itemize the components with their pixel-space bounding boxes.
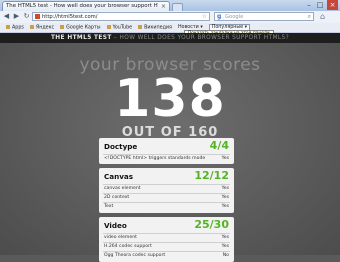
bookmark-wikipedia[interactable]: Википедия — [138, 24, 172, 30]
home-icon[interactable]: ⌂ — [320, 12, 325, 21]
section-doctype: Doctype 4/4 <!DOCTYPE html> triggers sta… — [99, 138, 234, 164]
youtube-icon — [106, 24, 111, 29]
test-row: Ogg Theora codec support No — [103, 251, 230, 260]
maximize-icon[interactable]: □ — [316, 0, 324, 10]
section-title: Doctype — [104, 142, 138, 151]
site-title[interactable]: THE HTML5 TEST – HOW WELL DOES YOUR BROW… — [0, 35, 340, 41]
bookmark-google-maps[interactable]: Google Карты — [60, 24, 101, 30]
test-label: video element — [104, 235, 137, 240]
test-row: H.264 codec support Yes — [103, 242, 230, 251]
browser-titlebar: The HTML5 test - How well does your brow… — [0, 0, 340, 11]
section-canvas: Canvas 12/12 canvas element Yes 2D conte… — [99, 168, 234, 213]
section-score: 25/30 — [194, 218, 229, 231]
test-label: canvas element — [104, 186, 141, 191]
yandex-icon — [29, 24, 34, 29]
tab-title: The HTML5 test - How well does your brow… — [6, 3, 158, 9]
test-result: No — [222, 253, 229, 258]
site-header: THE HTML5 TEST – HOW WELL DOES YOUR BROW… — [0, 33, 340, 43]
test-label: <!DOCTYPE html> triggers standards mode — [104, 156, 206, 161]
search-input[interactable]: g Google ⌕ — [214, 12, 314, 21]
test-result: Yes — [221, 156, 229, 161]
address-bar[interactable]: http://html5test.com/ ☆ — [32, 12, 210, 21]
test-row: video element Yes — [103, 233, 230, 242]
page-content: your browser scores 138 OUT OF 160 Docty… — [0, 43, 340, 262]
test-result: Yes — [221, 235, 229, 240]
test-result: Yes — [221, 204, 229, 209]
bookmark-youtube[interactable]: YouTube — [106, 24, 132, 30]
back-arrow-icon[interactable]: ◀ — [2, 12, 11, 21]
maps-icon — [60, 24, 65, 29]
test-row: Text Yes — [103, 202, 230, 211]
address-text: http://html5test.com/ — [42, 14, 98, 20]
wikipedia-icon — [138, 24, 143, 29]
section-score: 12/12 — [194, 169, 229, 182]
bookmark-apps[interactable]: Apps — [6, 24, 24, 30]
test-result: Yes — [221, 195, 229, 200]
test-label: 2D context — [104, 195, 130, 200]
bookmarks-bar: Apps Яндекс Google Карты YouTube Википед… — [0, 23, 340, 33]
search-icon[interactable]: ⌕ — [308, 13, 311, 21]
apps-icon — [6, 24, 10, 29]
forward-arrow-icon[interactable]: ▶ — [12, 12, 21, 21]
test-label: Ogg Theora codec support — [104, 253, 166, 258]
reload-icon[interactable]: ↻ — [22, 12, 31, 21]
google-icon: g — [217, 13, 222, 20]
tab-close-icon[interactable]: × — [161, 3, 166, 10]
bookmark-yandex[interactable]: Яндекс — [29, 24, 54, 30]
site-favicon — [35, 14, 40, 19]
search-placeholder: Google — [225, 14, 244, 20]
test-row: 2D context Yes — [103, 193, 230, 202]
test-label: Text — [104, 204, 114, 209]
new-tab-button[interactable] — [172, 3, 183, 11]
test-result: Yes — [221, 244, 229, 249]
total-score: 138 — [114, 69, 226, 129]
test-row: <!DOCTYPE html> triggers standards mode … — [103, 154, 230, 163]
section-title: Video — [104, 221, 127, 230]
section-video: Video 25/30 video element Yes H.264 code… — [99, 217, 234, 262]
test-result: Yes — [221, 186, 229, 191]
window-controls: – □ × — [305, 0, 338, 10]
bookmark-star-icon[interactable]: ☆ — [202, 13, 207, 21]
test-label: H.264 codec support — [104, 244, 152, 249]
test-row: canvas element Yes — [103, 184, 230, 193]
close-window-icon[interactable]: × — [327, 0, 338, 10]
section-score: 4/4 — [209, 139, 229, 152]
tab-html5test[interactable]: The HTML5 test - How well does your brow… — [2, 1, 170, 11]
section-title: Canvas — [104, 172, 134, 181]
minimize-icon[interactable]: – — [305, 0, 313, 10]
